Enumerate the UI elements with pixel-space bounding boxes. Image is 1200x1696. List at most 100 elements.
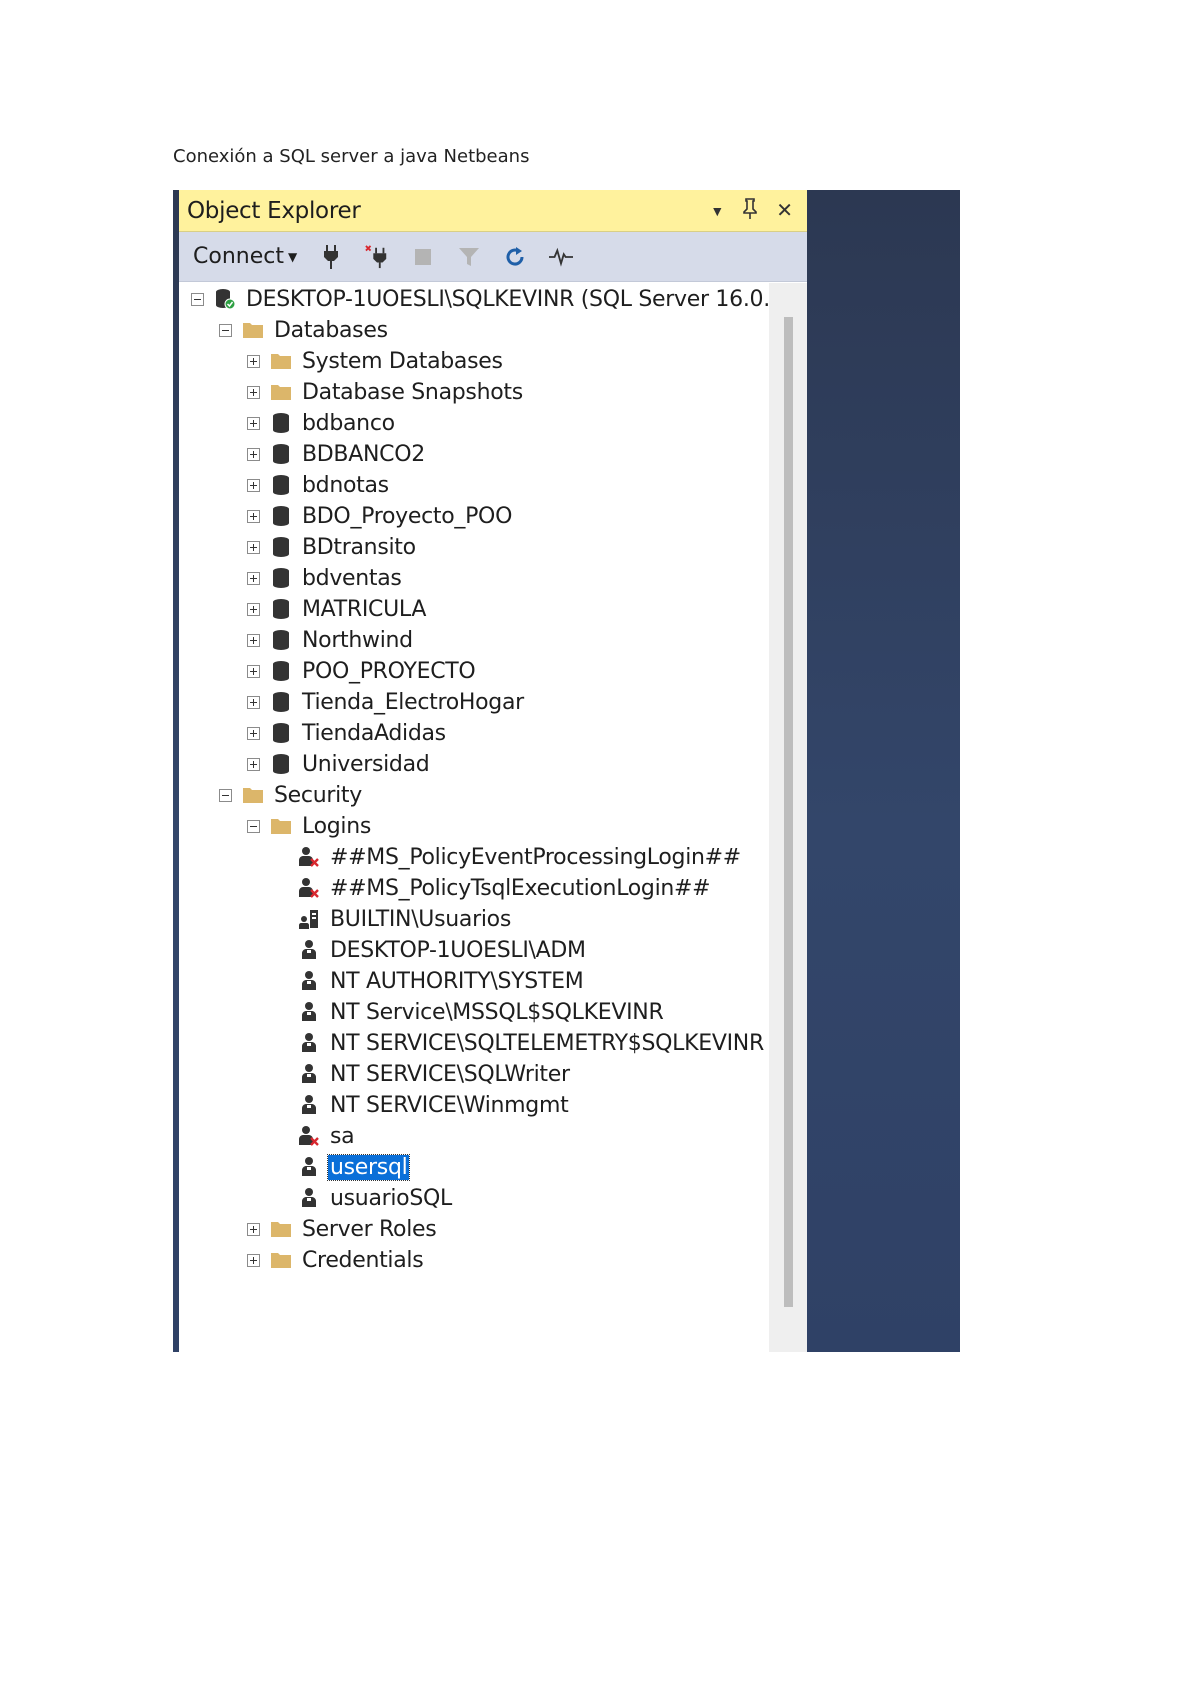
folder-icon <box>270 381 292 403</box>
folder-icon <box>242 784 264 806</box>
tree-node-database[interactable]: bdnotas <box>247 469 391 501</box>
tree-node-label: BUILTIN\Usuarios <box>330 906 511 932</box>
expand-plus-icon[interactable] <box>247 757 260 771</box>
tree-node-login[interactable]: usuarioSQL <box>275 1182 454 1214</box>
object-explorer-panel: Object Explorer ▼ ✕ Connect ▼ DESKTOP-1U… <box>179 190 807 1352</box>
collapse-minus-icon[interactable] <box>247 819 260 833</box>
tree-node-login[interactable]: NT SERVICE\SQLWriter <box>275 1058 572 1090</box>
connect-button[interactable]: Connect ▼ <box>193 244 297 269</box>
expand-plus-icon[interactable] <box>247 478 260 492</box>
expand-plus-icon[interactable] <box>247 571 260 585</box>
folder-icon <box>270 1218 292 1240</box>
tree-node-database[interactable]: BDO_Proyecto_POO <box>247 500 514 532</box>
expand-plus-icon[interactable] <box>247 354 260 368</box>
folder-icon <box>270 1249 292 1271</box>
tree-node-databases[interactable]: Databases <box>219 314 390 346</box>
tree-node-database[interactable]: Universidad <box>247 748 431 780</box>
tree-node-login[interactable]: DESKTOP-1UOESLI\ADM <box>275 934 588 966</box>
tree-node-label: System Databases <box>302 348 503 374</box>
vertical-scrollbar[interactable] <box>769 283 807 1352</box>
tree-node-label: NT SERVICE\Winmgmt <box>330 1092 569 1118</box>
tree-node-login[interactable]: NT Service\MSSQL$SQLKEVINR <box>275 996 665 1028</box>
tree-node-database[interactable]: BDBANCO2 <box>247 438 427 470</box>
disconnect-plug-icon[interactable] <box>365 244 389 270</box>
tree-node-label: Server Roles <box>302 1216 437 1242</box>
tree-node-label: NT SERVICE\SQLTELEMETRY$SQLKEVINR <box>330 1030 764 1056</box>
expand-plus-icon[interactable] <box>247 664 260 678</box>
tree-node-login[interactable]: NT AUTHORITY\SYSTEM <box>275 965 585 997</box>
tree-node-server-roles[interactable]: Server Roles <box>247 1213 438 1245</box>
tree-node-login[interactable]: NT SERVICE\SQLTELEMETRY$SQLKEVINR <box>275 1027 766 1059</box>
tree-node-database[interactable]: BDtransito <box>247 531 418 563</box>
tree-node-label: Credentials <box>302 1247 424 1273</box>
database-icon <box>270 598 292 620</box>
tree-node-database-snapshots[interactable]: Database Snapshots <box>247 376 525 408</box>
tree-node-database[interactable]: Tienda_ElectroHogar <box>247 686 526 718</box>
tree-node-login[interactable]: NT SERVICE\Winmgmt <box>275 1089 570 1121</box>
tree-node-login[interactable]: BUILTIN\Usuarios <box>275 903 513 935</box>
tree-node-login[interactable]: ##MS_PolicyEventProcessingLogin## <box>275 841 743 873</box>
tree-node-database[interactable]: bdbanco <box>247 407 397 439</box>
tree-node-database[interactable]: Northwind <box>247 624 415 656</box>
expand-plus-icon[interactable] <box>247 726 260 740</box>
tree-node-login[interactable]: sa <box>275 1120 356 1152</box>
tree-node-system-databases[interactable]: System Databases <box>247 345 505 377</box>
chevron-down-icon: ▼ <box>287 249 298 264</box>
expand-plus-icon[interactable] <box>247 385 260 399</box>
tree-node-label: Northwind <box>302 627 413 653</box>
refresh-icon[interactable] <box>503 244 527 270</box>
activity-monitor-icon[interactable] <box>549 244 574 270</box>
scrollbar-thumb[interactable] <box>784 317 793 1307</box>
tree-node-login[interactable]: ##MS_PolicyTsqlExecutionLogin## <box>275 872 712 904</box>
tree-node-label: NT Service\MSSQL$SQLKEVINR <box>330 999 664 1025</box>
login-icon <box>298 1001 320 1023</box>
connect-plug-icon[interactable] <box>319 244 343 270</box>
tree-node-label: Security <box>274 782 362 808</box>
tree-node-database[interactable]: TiendaAdidas <box>247 717 448 749</box>
expand-plus-icon[interactable] <box>247 602 260 616</box>
panel-title-bar: Object Explorer ▼ ✕ <box>179 190 807 232</box>
connect-label: Connect <box>193 244 284 269</box>
login-icon <box>298 1094 320 1116</box>
close-icon[interactable]: ✕ <box>776 201 793 221</box>
expand-plus-icon[interactable] <box>247 633 260 647</box>
tree-node-label: bdbanco <box>302 410 395 436</box>
expand-plus-icon[interactable] <box>247 509 260 523</box>
tree-node-server[interactable]: DESKTOP-1UOESLI\SQLKEVINR (SQL Server 16… <box>191 283 769 315</box>
tree-node-database[interactable]: MATRICULA <box>247 593 428 625</box>
collapse-minus-icon[interactable] <box>219 323 232 337</box>
tree-node-security[interactable]: Security <box>219 779 364 811</box>
collapse-minus-icon[interactable] <box>219 788 232 802</box>
collapse-minus-icon[interactable] <box>191 292 204 306</box>
database-icon <box>270 474 292 496</box>
object-tree: DESKTOP-1UOESLI\SQLKEVINR (SQL Server 16… <box>179 283 769 1352</box>
tree-node-credentials[interactable]: Credentials <box>247 1244 425 1276</box>
pin-icon[interactable] <box>742 197 758 224</box>
expand-plus-icon[interactable] <box>247 447 260 461</box>
tree-node-label: Universidad <box>302 751 430 777</box>
folder-icon <box>242 319 264 341</box>
tree-node-logins[interactable]: Logins <box>247 810 373 842</box>
expand-plus-icon[interactable] <box>247 1222 260 1236</box>
login-icon <box>298 1032 320 1054</box>
stop-icon[interactable] <box>411 244 435 270</box>
login-icon <box>298 970 320 992</box>
document-caption: Conexión a SQL server a java Netbeans <box>173 146 530 167</box>
server-icon <box>214 288 236 310</box>
folder-icon <box>270 815 292 837</box>
tree-node-database[interactable]: POO_PROYECTO <box>247 655 477 687</box>
window-position-dropdown-icon[interactable]: ▼ <box>710 204 724 218</box>
tree-node-label: Databases <box>274 317 388 343</box>
title-actions: ▼ ✕ <box>710 197 807 224</box>
tree-node-label: TiendaAdidas <box>302 720 446 746</box>
tree-node-database[interactable]: bdventas <box>247 562 404 594</box>
tree-node-label: sa <box>330 1123 355 1149</box>
expand-plus-icon[interactable] <box>247 1253 260 1267</box>
tree-node-login[interactable]: usersql <box>275 1151 411 1183</box>
database-icon <box>270 536 292 558</box>
expand-plus-icon[interactable] <box>247 416 260 430</box>
expand-plus-icon[interactable] <box>247 695 260 709</box>
expand-plus-icon[interactable] <box>247 540 260 554</box>
filter-icon[interactable] <box>457 244 481 270</box>
database-icon <box>270 691 292 713</box>
